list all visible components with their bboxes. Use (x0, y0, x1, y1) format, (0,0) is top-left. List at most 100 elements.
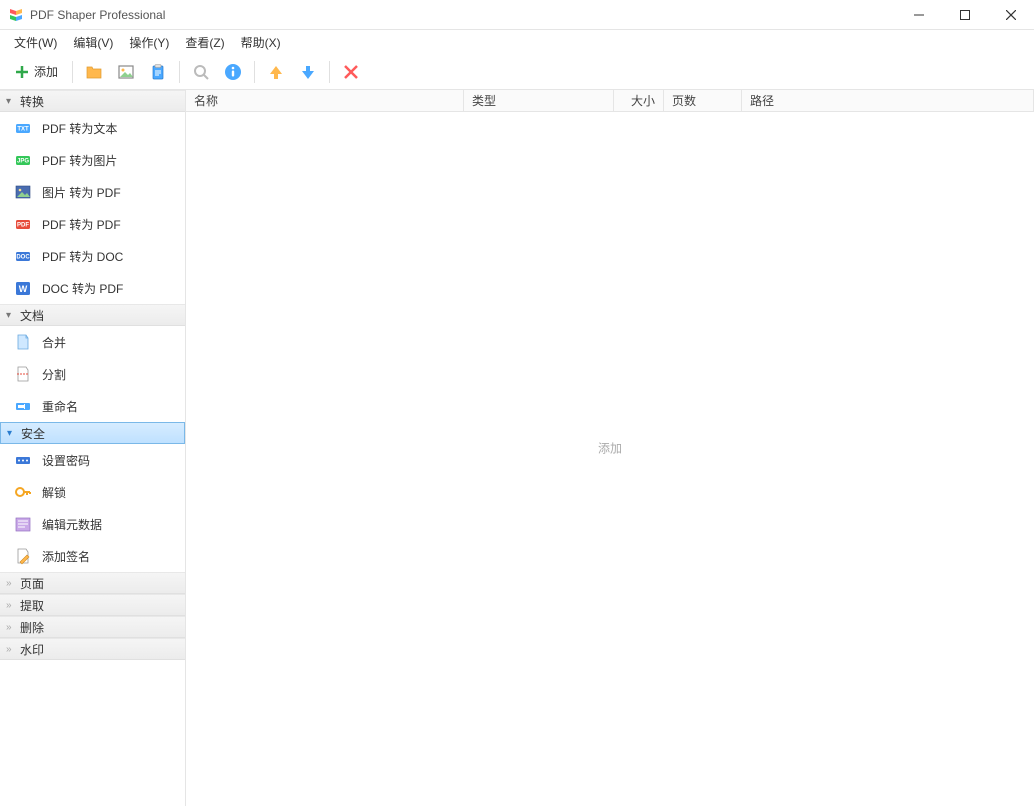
file-list-area[interactable]: 名称 类型 大小 页数 路径 添加 (186, 90, 1034, 806)
sidebar-item-set-password[interactable]: 设置密码 (0, 444, 185, 476)
toolbar: 添加 (0, 54, 1034, 90)
chevron-right-icon: » (6, 622, 16, 633)
group-convert[interactable]: ▾ 转换 (0, 90, 185, 112)
sidebar-item-label: PDF 转为 PDF (42, 216, 121, 233)
svg-text:DOC: DOC (16, 255, 30, 261)
menu-edit[interactable]: 编辑(V) (65, 32, 121, 53)
split-icon (14, 365, 32, 383)
add-label: 添加 (34, 63, 58, 80)
move-up-button[interactable] (263, 59, 289, 85)
jpg-icon: JPG (14, 151, 32, 169)
paste-button[interactable] (145, 59, 171, 85)
group-security[interactable]: ▾ 安全 (0, 422, 185, 444)
add-button[interactable]: 添加 (8, 59, 64, 84)
col-path[interactable]: 路径 (742, 90, 1034, 111)
word-icon: W (14, 279, 32, 297)
window-title: PDF Shaper Professional (30, 8, 896, 22)
sidebar-item-image-to-pdf[interactable]: 图片 转为 PDF (0, 176, 185, 208)
menu-help[interactable]: 帮助(X) (233, 32, 289, 53)
col-name[interactable]: 名称 (186, 90, 464, 111)
minimize-button[interactable] (896, 0, 942, 29)
title-bar: PDF Shaper Professional (0, 0, 1034, 30)
metadata-icon (14, 515, 32, 533)
password-icon (14, 451, 32, 469)
pdf-icon: PDF (14, 215, 32, 233)
group-delete[interactable]: » 删除 (0, 616, 185, 638)
sidebar-item-rename[interactable]: 重命名 (0, 390, 185, 422)
move-down-button[interactable] (295, 59, 321, 85)
toolbar-separator (72, 61, 73, 83)
key-icon (14, 483, 32, 501)
toolbar-separator (179, 61, 180, 83)
col-pages[interactable]: 页数 (664, 90, 742, 111)
search-icon (192, 63, 210, 81)
sidebar-item-unlock[interactable]: 解锁 (0, 476, 185, 508)
arrow-up-icon (267, 63, 285, 81)
chevron-down-icon: ▾ (7, 428, 17, 439)
sidebar-item-merge[interactable]: 合并 (0, 326, 185, 358)
delete-button[interactable] (338, 59, 364, 85)
svg-text:JPG: JPG (17, 159, 29, 165)
txt-icon: TXT (14, 119, 32, 137)
x-icon (343, 64, 359, 80)
sidebar-item-doc-to-pdf[interactable]: W DOC 转为 PDF (0, 272, 185, 304)
plus-icon (14, 64, 30, 80)
sidebar-item-label: DOC 转为 PDF (42, 280, 123, 297)
chevron-down-icon: ▾ (6, 310, 16, 321)
sidebar-item-label: PDF 转为文本 (42, 120, 117, 137)
sidebar-item-pdf-to-doc[interactable]: DOC PDF 转为 DOC (0, 240, 185, 272)
sidebar-item-pdf-to-pdf[interactable]: PDF PDF 转为 PDF (0, 208, 185, 240)
group-label: 水印 (20, 641, 44, 658)
svg-text:PDF: PDF (17, 223, 29, 229)
group-label: 文档 (20, 307, 44, 324)
maximize-button[interactable] (942, 0, 988, 29)
signature-icon (14, 547, 32, 565)
clipboard-icon (149, 63, 167, 81)
add-folder-button[interactable] (81, 59, 107, 85)
chevron-down-icon: ▾ (6, 96, 16, 107)
toolbar-separator (254, 61, 255, 83)
sidebar-item-split[interactable]: 分割 (0, 358, 185, 390)
sidebar-item-pdf-to-text[interactable]: TXT PDF 转为文本 (0, 112, 185, 144)
col-type[interactable]: 类型 (464, 90, 614, 111)
sidebar-item-edit-metadata[interactable]: 编辑元数据 (0, 508, 185, 540)
svg-text:W: W (19, 284, 28, 294)
add-image-button[interactable] (113, 59, 139, 85)
image-icon (117, 63, 135, 81)
menu-action[interactable]: 操作(Y) (121, 32, 177, 53)
sidebar: ▾ 转换 TXT PDF 转为文本 JPG PDF 转为图片 图片 转为 PDF… (0, 90, 186, 806)
doc-icon: DOC (14, 247, 32, 265)
svg-text:TXT: TXT (17, 127, 29, 133)
sidebar-item-add-signature[interactable]: 添加签名 (0, 540, 185, 572)
close-button[interactable] (988, 0, 1034, 29)
sidebar-item-label: 编辑元数据 (42, 516, 102, 533)
folder-icon (85, 63, 103, 81)
sidebar-item-label: 分割 (42, 366, 66, 383)
rename-icon (14, 397, 32, 415)
merge-icon (14, 333, 32, 351)
sidebar-item-label: 图片 转为 PDF (42, 184, 121, 201)
col-label: 大小 (631, 92, 655, 109)
info-icon (224, 63, 242, 81)
info-button[interactable] (220, 59, 246, 85)
window-controls (896, 0, 1034, 29)
menu-file[interactable]: 文件(W) (6, 32, 65, 53)
sidebar-item-label: 重命名 (42, 398, 78, 415)
chevron-right-icon: » (6, 600, 16, 611)
group-label: 页面 (20, 575, 44, 592)
group-document[interactable]: ▾ 文档 (0, 304, 185, 326)
group-extract[interactable]: » 提取 (0, 594, 185, 616)
sidebar-item-label: PDF 转为 DOC (42, 248, 123, 265)
col-size[interactable]: 大小 (614, 90, 664, 111)
group-watermark[interactable]: » 水印 (0, 638, 185, 660)
search-button[interactable] (188, 59, 214, 85)
group-page[interactable]: » 页面 (0, 572, 185, 594)
menu-view[interactable]: 查看(Z) (177, 32, 232, 53)
main-area: ▾ 转换 TXT PDF 转为文本 JPG PDF 转为图片 图片 转为 PDF… (0, 90, 1034, 806)
sidebar-item-pdf-to-image[interactable]: JPG PDF 转为图片 (0, 144, 185, 176)
sidebar-item-label: 解锁 (42, 484, 66, 501)
sidebar-item-label: 添加签名 (42, 548, 90, 565)
group-label: 转换 (20, 93, 44, 110)
app-icon (8, 7, 24, 23)
col-label: 路径 (750, 92, 774, 109)
